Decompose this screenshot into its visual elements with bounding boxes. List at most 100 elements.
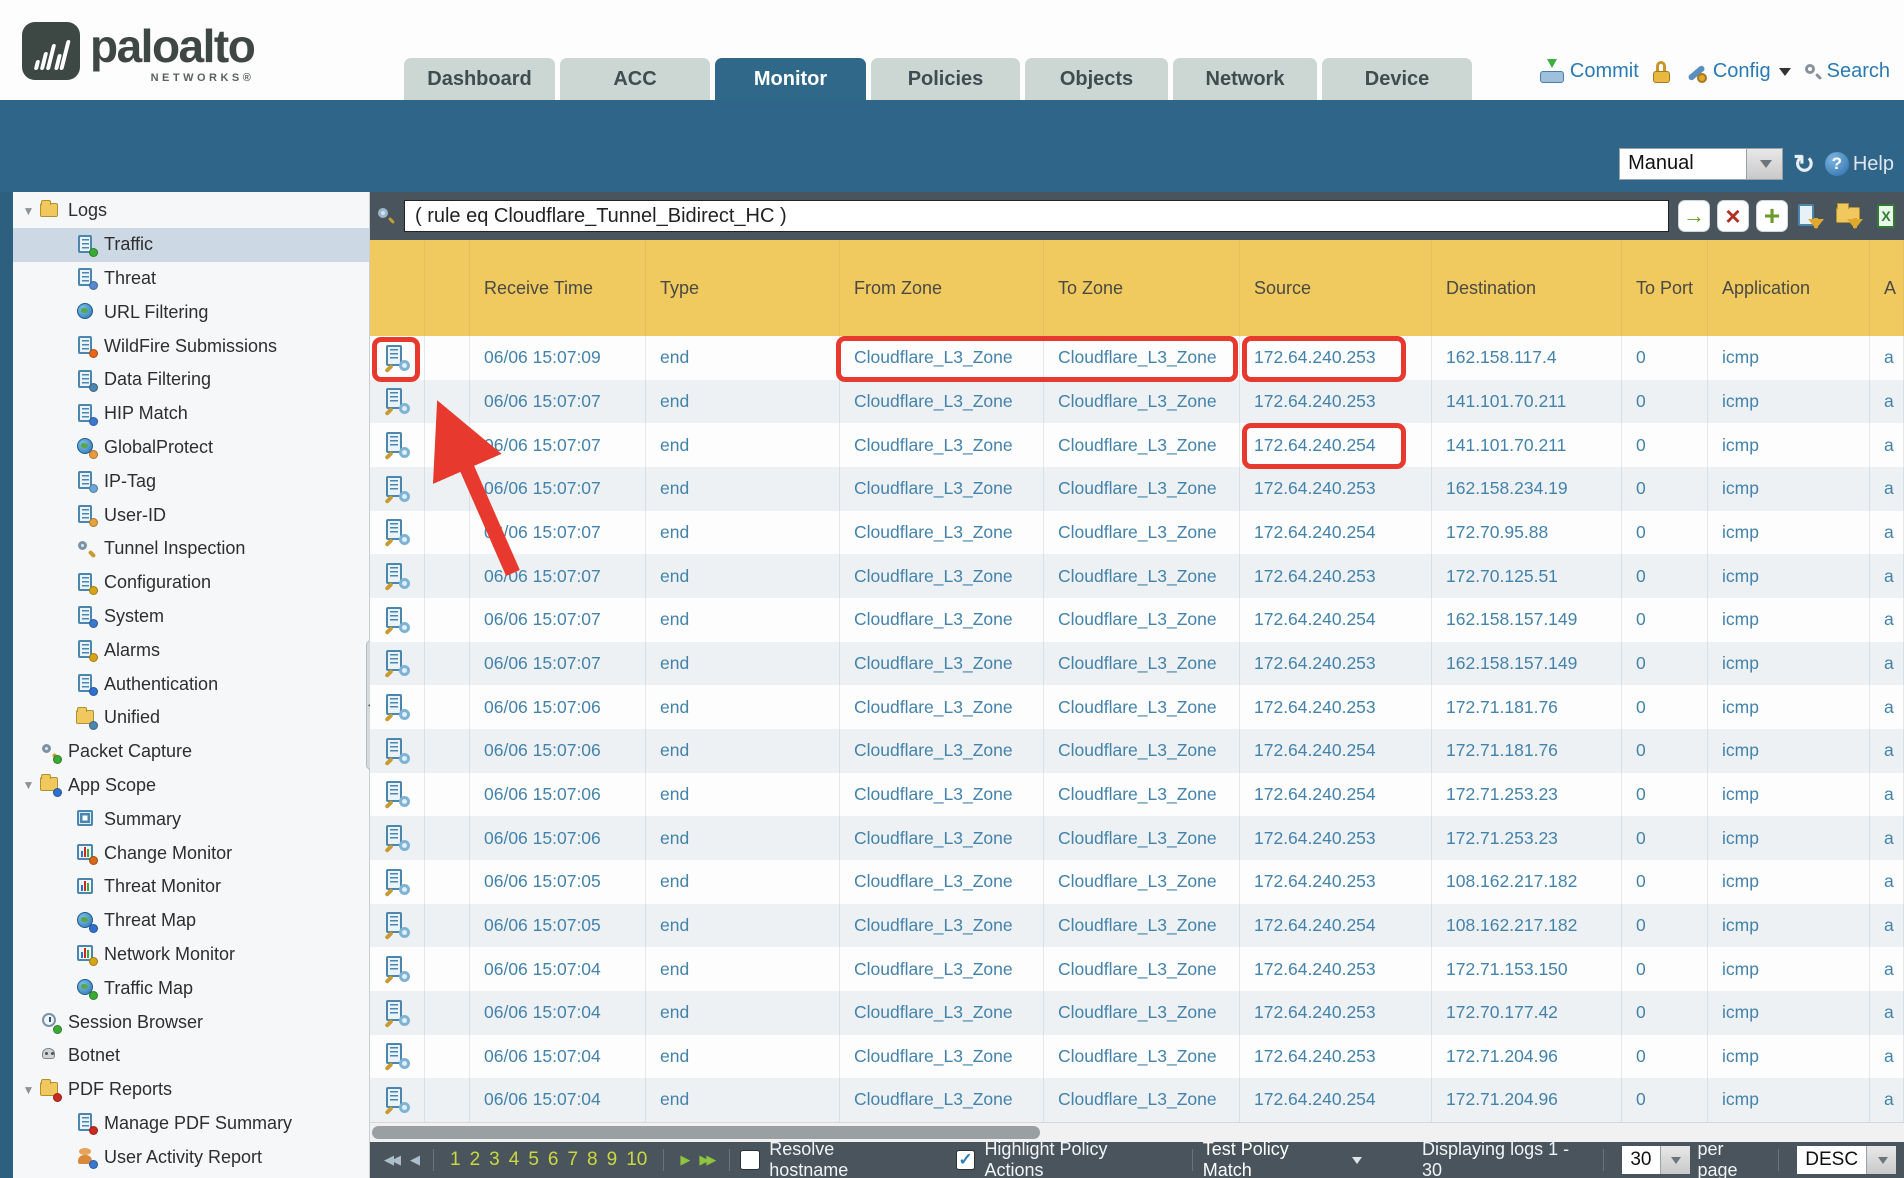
log-detail-icon[interactable] xyxy=(386,738,408,764)
column-header-from-zone[interactable]: From Zone xyxy=(840,240,1044,336)
log-detail-icon[interactable] xyxy=(386,694,408,720)
column-header-receive-time[interactable]: Receive Time xyxy=(470,240,646,336)
log-detail-icon[interactable] xyxy=(386,1087,408,1113)
sidebar-item-system[interactable]: System xyxy=(13,600,369,634)
prev-page-button[interactable]: ◀ xyxy=(404,1152,423,1168)
search-button[interactable]: Search xyxy=(1805,60,1890,83)
add-filter-icon[interactable]: + xyxy=(1757,201,1787,231)
page-link-6[interactable]: 6 xyxy=(548,1149,559,1171)
help-button[interactable]: ? Help xyxy=(1825,152,1894,176)
lock-icon[interactable] xyxy=(1653,61,1671,83)
tab-device[interactable]: Device xyxy=(1322,58,1472,100)
sidebar-item-unified[interactable]: Unified xyxy=(13,701,369,735)
sidebar-item-saas-application-usage[interactable]: SaaS Application Usage xyxy=(13,1174,369,1178)
refresh-interval-select[interactable]: Manual xyxy=(1619,148,1783,180)
log-detail-icon[interactable] xyxy=(386,956,408,982)
column-header-to-port[interactable]: To Port xyxy=(1622,240,1708,336)
log-filter-input[interactable] xyxy=(404,200,1669,232)
sidebar-item-ip-tag[interactable]: IP-Tag xyxy=(13,464,369,498)
log-detail-icon[interactable] xyxy=(386,563,408,589)
per-page-select[interactable]: 30 xyxy=(1622,1146,1689,1174)
tab-network[interactable]: Network xyxy=(1173,58,1317,100)
page-link-9[interactable]: 9 xyxy=(607,1149,618,1171)
next-page-button[interactable]: ▶ xyxy=(674,1152,693,1168)
log-detail-icon[interactable] xyxy=(386,388,408,414)
log-detail-icon[interactable] xyxy=(386,345,408,371)
log-detail-icon[interactable] xyxy=(386,432,408,458)
page-link-1[interactable]: 1 xyxy=(450,1149,461,1171)
sidebar-item-threat-map[interactable]: Threat Map xyxy=(13,904,369,938)
sidebar-item-alarms[interactable]: Alarms xyxy=(13,633,369,667)
horizontal-scrollbar-thumb[interactable] xyxy=(372,1126,1040,1139)
column-header-detail[interactable] xyxy=(370,240,425,336)
sidebar-item-authentication[interactable]: Authentication xyxy=(13,667,369,701)
tab-monitor[interactable]: Monitor xyxy=(715,58,866,100)
page-link-2[interactable]: 2 xyxy=(470,1149,481,1171)
sidebar-item-user-id[interactable]: User-ID xyxy=(13,498,369,532)
per-page-caret[interactable] xyxy=(1660,1146,1690,1174)
tab-acc[interactable]: ACC xyxy=(560,58,710,100)
sidebar-item-configuration[interactable]: Configuration xyxy=(13,566,369,600)
apply-filter-icon[interactable]: → xyxy=(1679,201,1709,231)
sidebar-item-app-scope[interactable]: ▼App Scope xyxy=(13,769,369,803)
sidebar-item-traffic[interactable]: Traffic xyxy=(13,228,369,262)
log-detail-icon[interactable] xyxy=(386,607,408,633)
column-header-application[interactable]: Application xyxy=(1708,240,1870,336)
sidebar-item-packet-capture[interactable]: Packet Capture xyxy=(13,735,369,769)
expand-caret-icon[interactable]: ▼ xyxy=(22,1083,35,1097)
refresh-interval-caret[interactable] xyxy=(1747,148,1783,180)
sidebar-item-network-monitor[interactable]: Network Monitor xyxy=(13,938,369,972)
sidebar-item-threat-monitor[interactable]: Threat Monitor xyxy=(13,870,369,904)
log-detail-icon[interactable] xyxy=(386,825,408,851)
column-header-source[interactable]: Source xyxy=(1240,240,1432,336)
column-header-spacer[interactable] xyxy=(425,240,470,336)
page-link-7[interactable]: 7 xyxy=(567,1149,578,1171)
sidebar-item-botnet[interactable]: Botnet xyxy=(13,1039,369,1073)
log-detail-icon[interactable] xyxy=(386,1043,408,1069)
export-csv-icon[interactable]: X xyxy=(1874,201,1904,231)
column-header-type[interactable]: Type xyxy=(646,240,840,336)
tab-dashboard[interactable]: Dashboard xyxy=(404,58,555,100)
sidebar-item-session-browser[interactable]: Session Browser xyxy=(13,1005,369,1039)
sidebar-item-hip-match[interactable]: HIP Match xyxy=(13,397,369,431)
sidebar-item-wildfire-submissions[interactable]: WildFire Submissions xyxy=(13,329,369,363)
sidebar-item-summary[interactable]: Summary xyxy=(13,802,369,836)
sidebar-item-data-filtering[interactable]: Data Filtering xyxy=(13,363,369,397)
last-page-button[interactable]: ▶▶ xyxy=(693,1152,719,1168)
page-link-4[interactable]: 4 xyxy=(509,1149,520,1171)
column-header-to-zone[interactable]: To Zone xyxy=(1044,240,1240,336)
sidebar-item-logs[interactable]: ▼Logs xyxy=(13,194,369,228)
tab-objects[interactable]: Objects xyxy=(1025,58,1168,100)
column-header-destination[interactable]: Destination xyxy=(1432,240,1622,336)
sidebar-item-user-activity-report[interactable]: User Activity Report xyxy=(13,1140,369,1174)
expand-caret-icon[interactable]: ▼ xyxy=(22,778,35,792)
log-detail-icon[interactable] xyxy=(386,912,408,938)
sort-order-caret[interactable] xyxy=(1866,1146,1896,1174)
sidebar-item-tunnel-inspection[interactable]: Tunnel Inspection xyxy=(13,532,369,566)
first-page-button[interactable]: ◀◀ xyxy=(378,1152,404,1168)
sidebar-item-manage-pdf-summary[interactable]: Manage PDF Summary xyxy=(13,1107,369,1141)
sidebar-item-change-monitor[interactable]: Change Monitor xyxy=(13,836,369,870)
commit-button[interactable]: Commit xyxy=(1540,60,1639,83)
sidebar-item-threat[interactable]: Threat xyxy=(13,262,369,296)
sidebar-item-pdf-reports[interactable]: ▼PDF Reports xyxy=(13,1073,369,1107)
column-header-action[interactable]: A xyxy=(1870,240,1904,336)
sort-order-select[interactable]: DESC xyxy=(1797,1146,1896,1174)
page-link-3[interactable]: 3 xyxy=(489,1149,500,1171)
log-detail-icon[interactable] xyxy=(386,650,408,676)
tab-policies[interactable]: Policies xyxy=(871,58,1020,100)
sidebar-item-url-filtering[interactable]: URL Filtering xyxy=(13,295,369,329)
sidebar-item-traffic-map[interactable]: Traffic Map xyxy=(13,971,369,1005)
page-link-5[interactable]: 5 xyxy=(528,1149,539,1171)
resolve-hostname-checkbox[interactable] xyxy=(740,1150,760,1170)
load-filter-icon[interactable] xyxy=(1835,201,1865,231)
refresh-icon[interactable]: ↻ xyxy=(1793,151,1815,177)
log-detail-icon[interactable] xyxy=(386,869,408,895)
test-policy-match-button[interactable]: Test Policy Match xyxy=(1203,1139,1362,1178)
sidebar-item-globalprotect[interactable]: GlobalProtect xyxy=(13,431,369,465)
highlight-policy-actions-checkbox[interactable]: ✓ xyxy=(956,1150,976,1170)
filter-builder-icon[interactable] xyxy=(1796,201,1826,231)
log-detail-icon[interactable] xyxy=(386,781,408,807)
page-link-8[interactable]: 8 xyxy=(587,1149,598,1171)
page-link-10[interactable]: 10 xyxy=(626,1149,647,1171)
